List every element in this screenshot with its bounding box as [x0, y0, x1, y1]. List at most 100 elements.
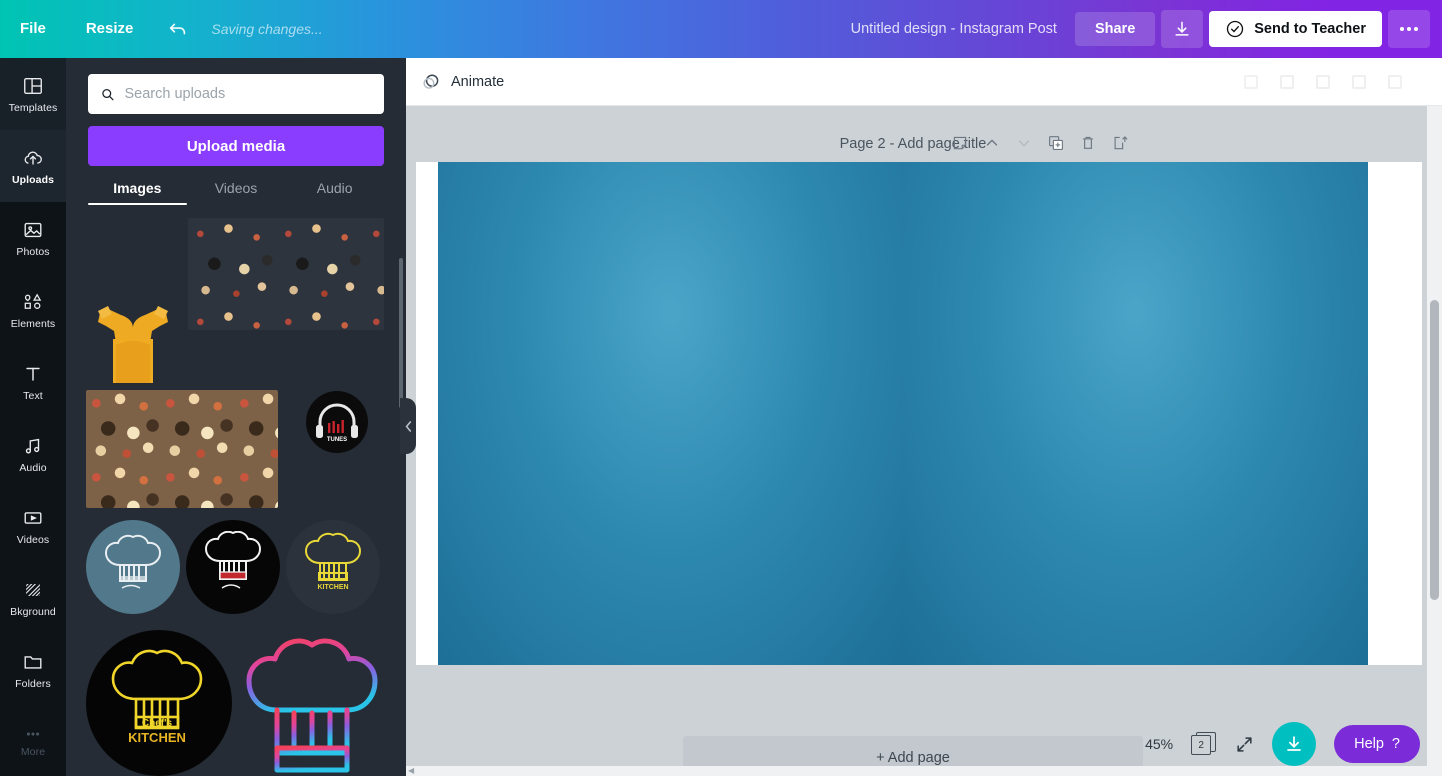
thumb-yellow-hoodie-cutout[interactable]: [86, 273, 180, 383]
expand-arrows-icon: [1237, 736, 1252, 752]
canvas-scroll-area[interactable]: Page 2 - Add page title + Add page: [406, 106, 1442, 776]
move-up-icon: [986, 139, 998, 146]
thumb-food-pattern-brown[interactable]: [86, 390, 278, 508]
thumb-chef-hat-black-circle[interactable]: [186, 520, 280, 614]
video-play-icon: [24, 511, 42, 524]
uploads-tabs: Images Videos Audio: [88, 180, 384, 205]
shapes-icon: [24, 293, 42, 309]
ellipsis-icon: [26, 731, 40, 736]
upload-media-button[interactable]: Upload media: [88, 126, 384, 166]
chef-hat-icon: [246, 638, 378, 773]
collapse-panel-button[interactable]: [400, 398, 416, 454]
file-menu-button[interactable]: File: [0, 0, 66, 58]
tab-audio[interactable]: Audio: [285, 180, 384, 205]
help-button[interactable]: Help ?: [1334, 725, 1420, 763]
sidebar-item-templates[interactable]: Templates: [0, 58, 66, 130]
design-page-canvas[interactable]: [416, 162, 1422, 665]
thumb-chef-hat-yellow-neon-small[interactable]: KITCHEN: [286, 520, 380, 614]
chevron-left-icon: [405, 420, 411, 432]
download-button[interactable]: [1161, 10, 1204, 48]
thumb-tunes-headphones-logo[interactable]: TUNES: [306, 391, 368, 453]
chef-hat-icon: KITCHEN: [304, 532, 362, 591]
sidebar-item-more[interactable]: More: [0, 706, 66, 776]
sidebar-item-label: Bkground: [10, 605, 56, 618]
move-down-icon: [1018, 140, 1030, 147]
sidebar-item-text[interactable]: Text: [0, 346, 66, 418]
top-toolbar: File Resize Saving changes... Untitled d…: [0, 0, 1442, 58]
sidebar-item-videos[interactable]: Videos: [0, 490, 66, 562]
sidebar-item-uploads[interactable]: Uploads: [0, 130, 66, 202]
svg-text:KITCHEN: KITCHEN: [317, 584, 348, 591]
tab-videos[interactable]: Videos: [187, 180, 286, 205]
resize-button[interactable]: Resize: [66, 0, 154, 58]
canva-editor-window: File Resize Saving changes... Untitled d…: [0, 0, 1442, 776]
chef-hat-icon: [104, 534, 162, 589]
page-count-badge: 2: [1191, 735, 1212, 755]
move-page-down-button[interactable]: [1015, 134, 1033, 152]
download-fab-button[interactable]: [1272, 722, 1317, 766]
page-header: Page 2 - Add page title: [406, 106, 1420, 162]
svg-text:KITCHEN: KITCHEN: [128, 730, 186, 745]
photo-background: [903, 162, 1368, 665]
panel-horizontal-scroll-arrow[interactable]: ◀: [408, 766, 416, 775]
uploads-panel-scrollbar[interactable]: [399, 258, 403, 408]
chef-hat-icon: [204, 531, 262, 589]
thumb-chef-hat-gradient-neon[interactable]: [241, 628, 383, 776]
zoom-level-label[interactable]: 45%: [1145, 736, 1173, 752]
photo-icon: [24, 222, 42, 237]
yellow-hoodie-cutout-image: [98, 306, 168, 383]
hidden-toolbar-icons: [1244, 74, 1442, 89]
ghost-icon: [1388, 74, 1402, 89]
help-question-mark: ?: [1391, 736, 1400, 752]
sidebar-item-label: More: [20, 745, 46, 758]
more-options-button[interactable]: [1388, 10, 1430, 48]
delete-page-icon: [1083, 136, 1093, 149]
search-uploads-field[interactable]: [88, 74, 384, 114]
sidebar-item-audio[interactable]: Audio: [0, 418, 66, 490]
sidebar-item-label: Elements: [10, 317, 56, 330]
undo-button[interactable]: [153, 18, 203, 40]
sidebar-item-bkground[interactable]: Bkground: [0, 562, 66, 634]
thumb-food-pattern-dark[interactable]: [188, 218, 384, 330]
page-title[interactable]: Page 2 - Add page title: [406, 136, 1420, 152]
tab-images[interactable]: Images: [88, 180, 187, 205]
templates-icon: [24, 77, 42, 94]
share-button[interactable]: Share: [1074, 12, 1156, 46]
thumb-chefs-kitchen-neon-logo[interactable]: Chef's KITCHEN: [86, 630, 232, 776]
music-note-icon: [25, 438, 40, 453]
text-t-icon: [26, 367, 40, 381]
lock-page-icon: [1114, 136, 1128, 150]
fullscreen-button[interactable]: [1235, 735, 1254, 754]
duplicate-page-button[interactable]: [1047, 134, 1065, 152]
bottom-right-controls: 45% 2 Help ?: [1145, 722, 1420, 766]
delete-page-button[interactable]: [1079, 134, 1097, 152]
download-icon: [1287, 736, 1301, 751]
move-page-up-button[interactable]: [983, 134, 1001, 152]
uploads-thumbnail-grid: TUNES KITCHEN Chef's KITCHEN: [66, 218, 406, 776]
page-notes-button[interactable]: [951, 134, 969, 152]
lock-page-button[interactable]: [1111, 134, 1129, 152]
sidebar-item-folders[interactable]: Folders: [0, 634, 66, 706]
ellipsis-icon: [1414, 27, 1418, 31]
canvas-vertical-scrollbar[interactable]: [1430, 300, 1439, 600]
search-input[interactable]: [124, 86, 372, 102]
canvas-image-man-yellow-sweater[interactable]: [438, 162, 903, 665]
animate-label: Animate: [451, 73, 505, 90]
page-manager-button[interactable]: 2: [1191, 732, 1217, 756]
design-title[interactable]: Untitled design - Instagram Post: [851, 21, 1057, 37]
sidebar-item-elements[interactable]: Elements: [0, 274, 66, 346]
notes-icon: [953, 136, 967, 150]
ellipsis-icon: [1407, 27, 1411, 31]
canvas-image-man-green-sweater[interactable]: [903, 162, 1368, 665]
svg-text:TUNES: TUNES: [327, 437, 347, 443]
send-to-teacher-button[interactable]: Send to Teacher: [1209, 11, 1382, 47]
ghost-icon: [1244, 74, 1258, 89]
check-circle-icon: [1227, 20, 1244, 38]
thumb-chef-hat-blue-circle[interactable]: [86, 520, 180, 614]
help-label: Help: [1354, 736, 1384, 752]
animate-circles-icon: [423, 73, 439, 89]
sidebar-item-label: Text: [23, 389, 43, 402]
ghost-icon: [1316, 74, 1330, 89]
saving-status: Saving changes...: [211, 21, 323, 37]
sidebar-item-photos[interactable]: Photos: [0, 202, 66, 274]
